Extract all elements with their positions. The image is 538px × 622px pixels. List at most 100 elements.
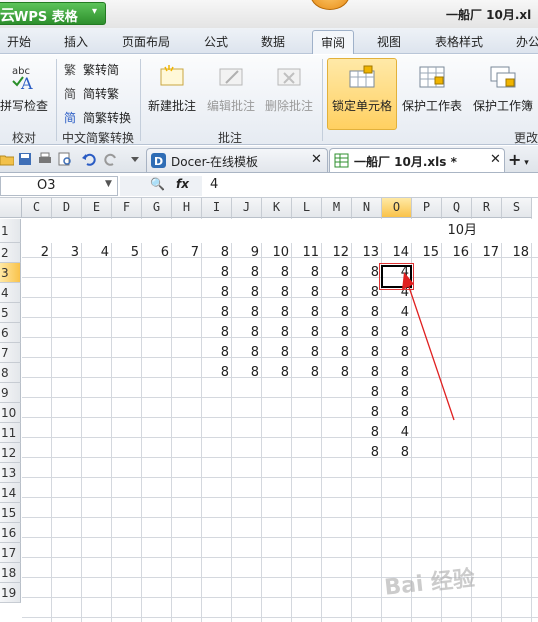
data-cell[interactable]: 8 xyxy=(322,303,352,323)
column-header-f[interactable]: F xyxy=(112,198,142,218)
data-cell[interactable]: 8 xyxy=(262,303,292,323)
insert-function-icon[interactable]: fx xyxy=(176,177,189,191)
day-header-cell[interactable]: 5 xyxy=(112,243,142,263)
data-cell[interactable]: 8 xyxy=(352,443,382,463)
day-header-cell[interactable]: 11 xyxy=(292,243,322,263)
row-header-17[interactable]: 17 xyxy=(0,543,21,563)
spellcheck-button[interactable]: abc A 拼写检查 xyxy=(0,63,48,114)
data-cell[interactable]: 8 xyxy=(352,323,382,343)
data-cell[interactable]: 8 xyxy=(292,343,322,363)
folder-icon[interactable] xyxy=(0,152,14,166)
tab-page-layout[interactable]: 页面布局 xyxy=(122,33,170,50)
data-cell[interactable]: 8 xyxy=(382,363,412,383)
row-header-1[interactable]: 1 xyxy=(0,219,21,243)
data-cell[interactable]: 8 xyxy=(202,283,232,303)
data-cell[interactable]: 8 xyxy=(202,263,232,283)
data-cell[interactable]: 8 xyxy=(352,403,382,423)
column-header-n[interactable]: N xyxy=(352,198,382,218)
simp-to-trad-button[interactable]: 简简转繁 xyxy=(64,85,119,102)
data-cell[interactable]: 8 xyxy=(382,443,412,463)
tab-data[interactable]: 数据 xyxy=(261,33,285,50)
data-cell[interactable]: 4 xyxy=(382,303,412,323)
print-icon[interactable] xyxy=(38,152,52,166)
data-cell[interactable]: 8 xyxy=(382,383,412,403)
column-header-q[interactable]: Q xyxy=(442,198,472,218)
data-cell[interactable]: 8 xyxy=(382,343,412,363)
column-header-s[interactable]: S xyxy=(502,198,532,218)
data-cell[interactable]: 8 xyxy=(382,323,412,343)
row-header-16[interactable]: 16 xyxy=(0,523,21,543)
column-header-c[interactable]: C xyxy=(22,198,52,218)
data-cell[interactable]: 8 xyxy=(202,343,232,363)
name-box[interactable]: O3 ▼ xyxy=(0,176,118,196)
row-header-15[interactable]: 15 xyxy=(0,503,21,523)
row-header-14[interactable]: 14 xyxy=(0,483,21,503)
data-cell[interactable]: 8 xyxy=(352,363,382,383)
data-cell[interactable]: 8 xyxy=(292,323,322,343)
data-cell[interactable]: 8 xyxy=(382,403,412,423)
formula-input[interactable]: 4 xyxy=(210,177,218,192)
data-cell[interactable]: 8 xyxy=(352,303,382,323)
data-cell[interactable]: 8 xyxy=(262,343,292,363)
data-cell[interactable]: 8 xyxy=(292,363,322,383)
row-header-7[interactable]: 7 xyxy=(0,343,21,363)
day-header-cell[interactable]: 12 xyxy=(322,243,352,263)
data-cell[interactable]: 8 xyxy=(262,283,292,303)
column-header-d[interactable]: D xyxy=(52,198,82,218)
delete-comment-button[interactable]: 删除批注 xyxy=(263,63,315,114)
data-cell[interactable]: 8 xyxy=(352,383,382,403)
row-header-5[interactable]: 5 xyxy=(0,303,21,323)
tab-review[interactable]: 审阅 xyxy=(312,30,355,54)
tab-formulas[interactable]: 公式 xyxy=(204,33,228,50)
day-header-cell[interactable]: 18 xyxy=(502,243,532,263)
data-cell[interactable]: 8 xyxy=(202,323,232,343)
new-comment-button[interactable]: 新建批注 xyxy=(146,63,198,114)
row-header-6[interactable]: 6 xyxy=(0,323,21,343)
row-header-10[interactable]: 10 xyxy=(0,403,21,423)
data-cell[interactable]: 8 xyxy=(322,323,352,343)
data-cell[interactable]: 8 xyxy=(262,363,292,383)
column-header-r[interactable]: R xyxy=(472,198,502,218)
data-cell[interactable]: 8 xyxy=(292,303,322,323)
data-cell[interactable]: 8 xyxy=(232,263,262,283)
data-cell[interactable]: 8 xyxy=(232,323,262,343)
redo-icon[interactable] xyxy=(104,152,118,166)
column-header-h[interactable]: H xyxy=(172,198,202,218)
column-header-p[interactable]: P xyxy=(412,198,442,218)
undo-icon[interactable] xyxy=(82,152,96,166)
row-header-9[interactable]: 9 xyxy=(0,383,21,403)
column-header-k[interactable]: K xyxy=(262,198,292,218)
tab-home[interactable]: 开始 xyxy=(7,33,31,50)
day-header-cell[interactable]: 3 xyxy=(52,243,82,263)
day-header-cell[interactable]: 7 xyxy=(172,243,202,263)
protect-workbook-button[interactable]: 保护工作簿 xyxy=(471,63,535,114)
row-header-11[interactable]: 11 xyxy=(0,423,21,443)
data-cell[interactable]: 8 xyxy=(352,423,382,443)
day-header-cell[interactable]: 15 xyxy=(412,243,442,263)
column-header-e[interactable]: E xyxy=(82,198,112,218)
data-cell[interactable]: 8 xyxy=(232,283,262,303)
data-cell[interactable]: 8 xyxy=(322,343,352,363)
data-cell[interactable]: 4 xyxy=(382,423,412,443)
row-header-2[interactable]: 2 xyxy=(0,243,21,263)
data-cell[interactable]: 8 xyxy=(262,263,292,283)
edit-comment-button[interactable]: 编辑批注 xyxy=(205,63,257,114)
tab-table-style[interactable]: 表格样式 xyxy=(435,33,483,50)
row-header-19[interactable]: 19 xyxy=(0,583,21,603)
day-header-cell[interactable]: 6 xyxy=(142,243,172,263)
app-menu-button[interactable]: 云 WPS 表格 ▾ xyxy=(0,2,106,25)
simp-trad-convert-button[interactable]: 简简繁转换 xyxy=(64,109,131,126)
column-header-l[interactable]: L xyxy=(292,198,322,218)
day-header-cell[interactable]: 10 xyxy=(262,243,292,263)
close-icon[interactable]: ✕ xyxy=(311,152,322,167)
data-cell[interactable]: 8 xyxy=(202,363,232,383)
day-header-cell[interactable]: 13 xyxy=(352,243,382,263)
data-cell[interactable]: 8 xyxy=(322,283,352,303)
active-cell-selection[interactable] xyxy=(379,263,414,290)
print-preview-icon[interactable] xyxy=(58,152,72,166)
row-header-12[interactable]: 12 xyxy=(0,443,21,463)
row-header-4[interactable]: 4 xyxy=(0,283,21,303)
tab-workbook[interactable]: 一船厂 10月.xls * ✕ xyxy=(329,148,505,172)
data-cell[interactable]: 8 xyxy=(232,363,262,383)
close-icon[interactable]: ✕ xyxy=(490,152,501,167)
